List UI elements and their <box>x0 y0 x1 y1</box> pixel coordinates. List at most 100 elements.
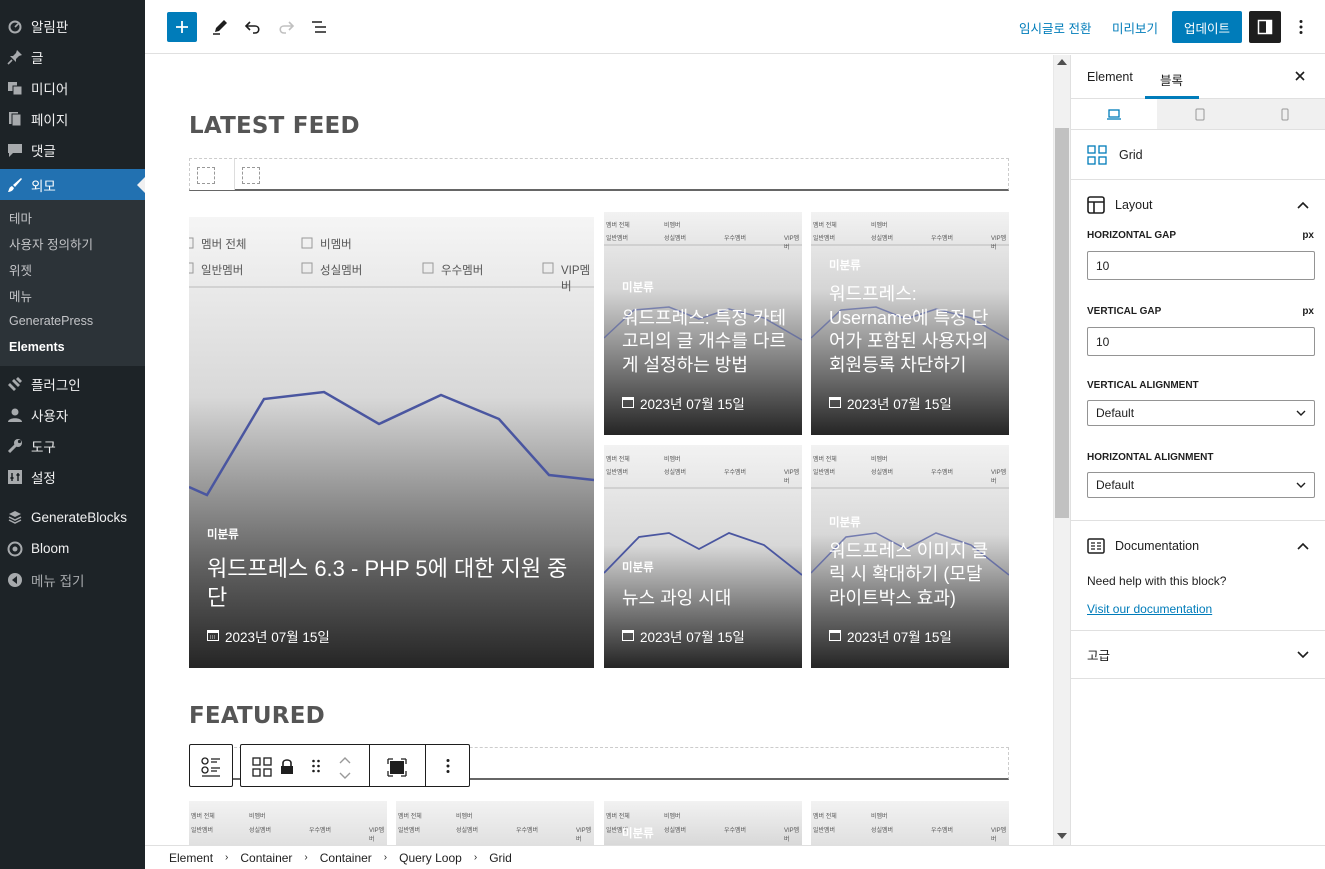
post-card-large[interactable]: 멤버 전체 비멤버 일반멤버 성실멤버 우수멤버 VIP멤버 미분류 워드프레스… <box>189 217 594 668</box>
card-title[interactable]: 워드프레스: Username에 특정 단어가 포함된 사용자의 회원등록 차단… <box>829 283 995 377</box>
breadcrumb-item[interactable]: Element <box>169 851 213 865</box>
device-desktop-button[interactable] <box>1071 99 1157 129</box>
card-category[interactable]: 미분류 <box>829 257 995 273</box>
post-card[interactable]: 멤버 전체 비멤버 일반멤버 성실멤버 우수멤버 VIP멤버 미분류 뉴스 과잉… <box>604 445 802 668</box>
scroll-up-arrow[interactable] <box>1057 59 1067 65</box>
menu-item-bloom[interactable]: Bloom <box>0 533 145 564</box>
breadcrumb-item[interactable]: Query Loop <box>399 851 462 865</box>
menu-item-posts[interactable]: 글 <box>0 41 145 72</box>
menu-label: 메뉴 접기 <box>31 573 85 589</box>
submenu-item-themes[interactable]: 테마 <box>0 204 145 230</box>
sidebar-tabs: Element 블록 <box>1071 55 1325 99</box>
block-options-button[interactable] <box>441 758 455 776</box>
card-category[interactable]: 미분류 <box>829 514 995 530</box>
menu-item-plugins[interactable]: 플러그인 <box>0 368 145 399</box>
unit-selector[interactable]: px <box>1302 306 1314 317</box>
post-card[interactable]: 멤버 전체 비멤버 일반멤버 성실멤버 우수멤버 VIP멤버 미분류 워드프레스… <box>811 445 1009 668</box>
menu-item-settings[interactable]: 설정 <box>0 461 145 492</box>
featured-heading[interactable]: FEATURED <box>189 703 325 729</box>
collapse-menu-button[interactable]: 메뉴 접기 <box>0 564 145 595</box>
update-button[interactable]: 업데이트 <box>1172 11 1242 43</box>
tab-placeholder-1[interactable] <box>190 159 235 190</box>
select-box-icon <box>387 758 407 777</box>
menu-item-tools[interactable]: 도구 <box>0 430 145 461</box>
block-type-button[interactable] <box>251 756 273 778</box>
menu-item-dashboard[interactable]: 알림판 <box>0 10 145 41</box>
card-category[interactable]: 미분류 <box>622 825 654 841</box>
canvas-scrollbar[interactable] <box>1053 55 1070 845</box>
tab-block[interactable]: 블록 <box>1160 70 1183 89</box>
switch-to-draft-button[interactable]: 임시글로 전환 <box>1019 11 1091 43</box>
latest-feed-heading[interactable]: LATEST FEED <box>189 113 360 139</box>
menu-item-users[interactable]: 사용자 <box>0 399 145 430</box>
horizontal-alignment-select[interactable]: Default <box>1087 472 1315 498</box>
horizontal-gap-input[interactable]: 10 <box>1087 251 1315 280</box>
add-block-button[interactable] <box>167 12 197 42</box>
close-sidebar-button[interactable] <box>1293 69 1309 85</box>
brush-icon <box>7 177 23 193</box>
preview-button[interactable]: 미리보기 <box>1112 11 1158 43</box>
submenu-item-elements[interactable]: Elements <box>0 334 145 360</box>
admin-sidebar: 알림판 글 미디어 페이지 댓글 외모 테마 사용자 정의하기 위젯 메뉴 Ge… <box>0 0 145 869</box>
undo-button[interactable] <box>241 11 265 43</box>
select-inner-button[interactable] <box>386 756 408 778</box>
shot-label: 성실멤버 <box>320 265 363 277</box>
menu-item-comments[interactable]: 댓글 <box>0 134 145 165</box>
featured-card[interactable]: 멤버 전체 비멤버 일반멤버 성실멤버 우수멤버 VIP멤버 <box>189 801 387 845</box>
card-category[interactable]: 미분류 <box>622 279 788 295</box>
documentation-panel-header[interactable]: Documentation <box>1071 520 1325 570</box>
plugin-icon <box>7 376 23 392</box>
card-title[interactable]: 워드프레스: 특정 카테고리의 글 개수를 다르게 설정하는 방법 <box>622 307 788 378</box>
doc-link[interactable]: Visit our documentation <box>1087 602 1309 616</box>
menu-label: 사용자 <box>31 408 69 424</box>
menu-item-pages[interactable]: 페이지 <box>0 103 145 134</box>
lock-button[interactable] <box>280 758 296 776</box>
submenu-item-generatepress[interactable]: GeneratePress <box>0 308 145 334</box>
post-card[interactable]: 멤버 전체 비멤버 일반멤버 성실멤버 우수멤버 VIP멤버 미분류 워드프레스… <box>811 212 1009 435</box>
menu-item-media[interactable]: 미디어 <box>0 72 145 103</box>
card-category[interactable]: 미분류 <box>622 559 788 575</box>
scrollbar-thumb[interactable] <box>1055 128 1069 518</box>
tools-button[interactable] <box>207 11 233 43</box>
card-category[interactable]: 미분류 <box>207 526 580 542</box>
move-up-button[interactable] <box>338 752 354 766</box>
redo-button[interactable] <box>274 11 298 43</box>
unit-selector[interactable]: px <box>1302 230 1314 241</box>
settings-toggle-button[interactable] <box>1249 11 1281 43</box>
featured-card[interactable]: 멤버 전체 비멤버 일반멤버 성실멤버 우수멤버 VIP멤버 <box>811 801 1009 845</box>
post-card[interactable]: 멤버 전체 비멤버 일반멤버 성실멤버 우수멤버 VIP멤버 미분류 워드프레스… <box>604 212 802 435</box>
block-parent-selector[interactable] <box>189 744 233 787</box>
vertical-alignment-select[interactable]: Default <box>1087 400 1315 426</box>
shot-label: 비멤버 <box>871 223 888 229</box>
card-title[interactable]: 워드프레스 6.3 - PHP 5에 대한 지원 중단 <box>207 554 580 612</box>
device-mobile-button[interactable] <box>1243 99 1325 129</box>
breadcrumb-item[interactable]: Grid <box>489 851 512 865</box>
card-title[interactable]: 뉴스 과잉 시대 <box>622 587 788 611</box>
vertical-gap-input[interactable]: 10 <box>1087 327 1315 356</box>
card-title[interactable]: 워드프레스 이미지 클릭 시 확대하기 (모달 라이트박스 효과) <box>829 540 995 611</box>
menu-item-appearance[interactable]: 외모 <box>0 169 145 200</box>
tabs-placeholder-block[interactable] <box>189 158 1009 191</box>
card-date-text: 2023년 07월 15일 <box>640 397 745 412</box>
layout-panel-header[interactable]: Layout <box>1071 180 1325 230</box>
breadcrumb-item[interactable]: Container <box>240 851 292 865</box>
submenu-item-widgets[interactable]: 위젯 <box>0 256 145 282</box>
menu-item-generateblocks[interactable]: GenerateBlocks <box>0 502 145 533</box>
device-tablet-button[interactable] <box>1157 99 1243 129</box>
shot-label: VIP멤버 <box>784 236 800 251</box>
breadcrumb-item[interactable]: Container <box>320 851 372 865</box>
options-button[interactable] <box>1291 11 1311 43</box>
menu-label: 설정 <box>31 470 56 486</box>
move-down-button[interactable] <box>338 768 354 782</box>
redo-icon <box>279 21 295 34</box>
scroll-down-arrow[interactable] <box>1057 833 1067 839</box>
drag-handle[interactable] <box>311 758 323 776</box>
advanced-panel-header[interactable]: 고급 <box>1071 630 1325 678</box>
list-view-button[interactable] <box>307 11 331 43</box>
shot-label: 비멤버 <box>456 814 473 820</box>
submenu-item-menus[interactable]: 메뉴 <box>0 282 145 308</box>
tab-element[interactable]: Element <box>1087 70 1133 84</box>
featured-card[interactable]: 멤버 전체 비멤버 일반멤버 성실멤버 우수멤버 VIP멤버 <box>396 801 594 845</box>
submenu-item-customize[interactable]: 사용자 정의하기 <box>0 230 145 256</box>
featured-card[interactable]: 멤버 전체 비멤버 일반멤버 성실멤버 우수멤버 VIP멤버 미분류 <box>604 801 802 845</box>
